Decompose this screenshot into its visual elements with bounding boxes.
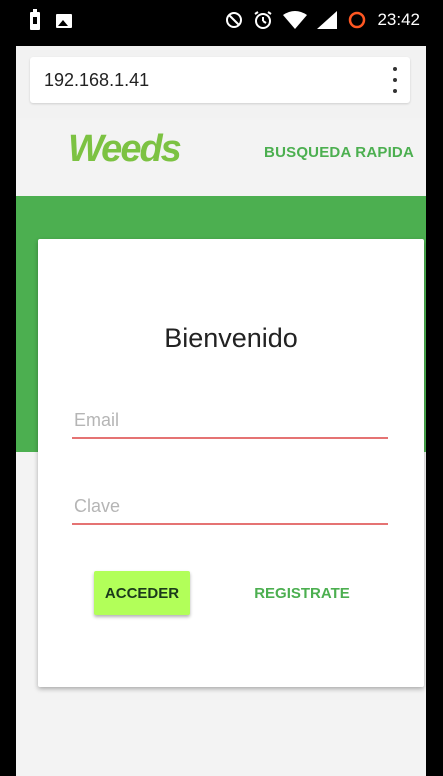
password-field[interactable] [72, 489, 388, 525]
menu-dot [393, 89, 397, 93]
weeds-logo[interactable]: Weeds [68, 128, 182, 171]
status-clock: 23:42 [377, 10, 420, 29]
menu-dot [393, 78, 397, 82]
more-vert-icon[interactable] [390, 67, 400, 93]
page-title: Bienvenido [164, 323, 298, 353]
login-card: Bienvenido ACCEDER REGISTRATE [38, 239, 424, 687]
status-bar-left [30, 9, 72, 30]
image-notification-icon [56, 14, 72, 28]
do-not-disturb-icon [226, 12, 243, 28]
url-text: 192.168.1.41 [44, 70, 150, 90]
status-bar: 23:42 [16, 0, 426, 46]
wifi-icon [283, 11, 308, 29]
battery-saver-icon [30, 9, 40, 30]
alarm-icon [254, 11, 273, 29]
register-button[interactable]: REGISTRATE [242, 571, 362, 615]
phone-screen: 23:42 192.168.1.41 Weeds BUSQUEDA RAPIDA… [16, 0, 426, 776]
email-field[interactable] [72, 403, 388, 439]
browser-toolbar: 192.168.1.41 [16, 46, 426, 118]
address-bar[interactable]: 192.168.1.41 [30, 57, 410, 103]
login-button[interactable]: ACCEDER [94, 571, 190, 615]
menu-dot [393, 67, 397, 71]
status-bar-right: 23:42 [225, 10, 420, 30]
app-header: Weeds BUSQUEDA RAPIDA [16, 118, 426, 196]
battery-ring-icon [349, 11, 366, 29]
quick-search-link[interactable]: BUSQUEDA RAPIDA [264, 144, 414, 161]
device-frame: 23:42 192.168.1.41 Weeds BUSQUEDA RAPIDA… [0, 0, 443, 776]
signal-icon [317, 11, 338, 29]
